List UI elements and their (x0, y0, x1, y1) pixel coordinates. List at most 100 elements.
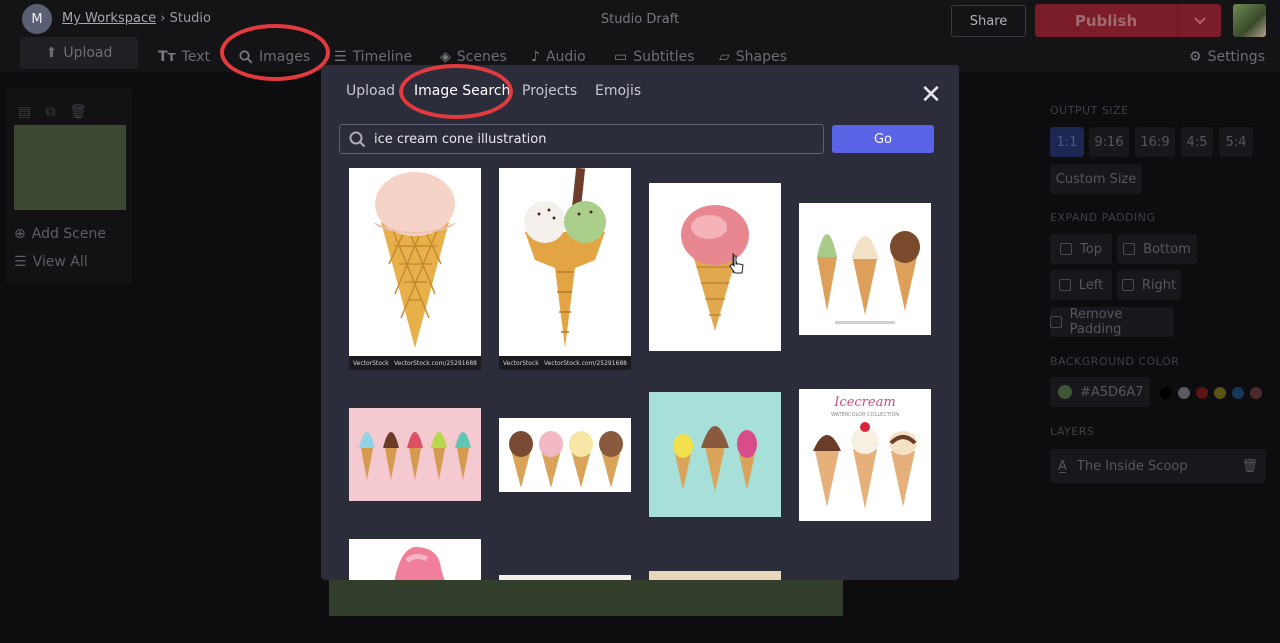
remove-padding-checkbox[interactable]: Remove Padding (1050, 307, 1174, 337)
view-all-label: View All (32, 254, 88, 270)
pad-right-label: Right (1141, 277, 1177, 293)
layer-name: The Inside Scoop (1076, 458, 1188, 474)
top-bar: M My Workspace › Studio Studio Draft Sha… (0, 0, 1280, 40)
swatch-black[interactable] (1160, 387, 1172, 399)
ice-cream-cone-image (394, 547, 445, 580)
image-result[interactable]: Icecream WATERCOLOR COLLECTION (799, 389, 931, 521)
watermark-bar: VectorStock VectorStock.com/25291688 (499, 356, 631, 370)
layer-item[interactable]: A̲ The Inside Scoop 🗑 (1050, 449, 1266, 483)
checkbox-icon (1060, 243, 1073, 255)
output-size-label: OUTPUT SIZE (1050, 104, 1129, 117)
image-result[interactable] (499, 575, 631, 580)
watermark-url: VectorStock.com/25291688 (393, 359, 477, 367)
view-all-button[interactable]: ☰ View All (14, 254, 88, 270)
ice-cream-cone-image (359, 432, 471, 480)
upload-tool-label: Upload (63, 45, 113, 61)
image-result[interactable] (649, 571, 781, 580)
trash-icon[interactable]: 🗑 (69, 104, 87, 120)
swatch-red[interactable] (1196, 387, 1208, 399)
pad-bottom-label: Bottom (1143, 241, 1191, 257)
workspace-link[interactable]: My Workspace (62, 11, 156, 26)
color-dot-icon (1058, 385, 1072, 399)
swatch-blue[interactable] (1232, 387, 1244, 399)
image-picker-modal: Upload Image Search Projects Emojis ✕ Go… (321, 65, 959, 580)
tab-emojis[interactable]: Emojis (595, 83, 641, 99)
shapes-icon: ▱ (719, 49, 730, 65)
image-result[interactable] (349, 408, 481, 501)
swatch-gray[interactable] (1178, 387, 1190, 399)
image-result[interactable] (649, 392, 781, 517)
ice-cream-cone-image (681, 205, 749, 331)
hand-cursor-icon (729, 255, 744, 274)
scene-thumbnail[interactable] (14, 125, 126, 210)
annotation-circle-image-search (399, 64, 513, 119)
image-result[interactable] (799, 203, 931, 335)
studio-label: Studio (169, 11, 211, 26)
checkbox-icon (1123, 243, 1136, 255)
publish-button[interactable]: Publish (1035, 4, 1177, 37)
ice-cream-cone-image (813, 422, 917, 509)
search-icon (348, 130, 366, 148)
image-search-input[interactable] (374, 131, 823, 147)
layers-label: LAYERS (1050, 425, 1095, 438)
swatch-yellow[interactable] (1214, 387, 1226, 399)
share-button[interactable]: Share (951, 5, 1026, 37)
watermark-text: VectorStock (503, 359, 539, 367)
size-16-9-button[interactable]: 16:9 (1135, 127, 1175, 157)
image-result[interactable]: VectorStock VectorStock.com/25291688 (499, 168, 631, 370)
checkbox-icon (1058, 279, 1071, 291)
image-result[interactable]: VectorStock VectorStock.com/25291688 (349, 168, 481, 370)
audio-tool-label: Audio (545, 49, 586, 65)
text-tool-button[interactable]: Tт Text (158, 45, 210, 69)
text-layer-icon: A̲ (1058, 458, 1067, 474)
bg-color-picker[interactable]: #A5D6A7 (1050, 377, 1150, 407)
pad-top-label: Top (1080, 241, 1102, 257)
image-result[interactable] (649, 183, 781, 351)
size-1-1-button[interactable]: 1:1 (1050, 127, 1084, 157)
text-tool-label: Text (181, 49, 210, 65)
text-icon: Tт (158, 49, 176, 65)
publish-dropdown-button[interactable] (1177, 4, 1221, 37)
layers-icon: ◈ (440, 49, 451, 65)
music-note-icon: ♪ (531, 49, 540, 65)
user-avatar[interactable] (1233, 4, 1266, 37)
shapes-tool-label: Shapes (735, 49, 787, 65)
pad-right-checkbox[interactable]: Right (1117, 270, 1181, 300)
remove-padding-label: Remove Padding (1069, 307, 1123, 337)
chevron-down-icon (1193, 16, 1206, 24)
trash-icon[interactable]: 🗑 (1241, 459, 1258, 474)
duplicate-icon[interactable]: ⧉ (45, 104, 55, 120)
size-9-16-button[interactable]: 9:16 (1089, 127, 1129, 157)
add-scene-button[interactable]: ⊕ Add Scene (14, 226, 106, 242)
timeline-icon: ☰ (334, 49, 347, 65)
size-4-5-button[interactable]: 4:5 (1181, 127, 1213, 157)
scene-actions: ▤ ⧉ 🗑 (18, 104, 87, 120)
tab-projects[interactable]: Projects (522, 83, 577, 99)
gear-icon: ⚙ (1189, 49, 1202, 65)
tab-upload[interactable]: Upload (346, 83, 395, 99)
close-icon[interactable]: ✕ (919, 82, 943, 108)
swatch-none[interactable] (1250, 387, 1262, 399)
plus-circle-icon: ⊕ (14, 226, 26, 242)
comment-icon[interactable]: ▤ (18, 104, 31, 120)
ice-cream-cone-image (524, 168, 606, 348)
pad-left-checkbox[interactable]: Left (1050, 270, 1112, 300)
breadcrumb: My Workspace › Studio (62, 11, 211, 26)
ice-cream-cone-image (373, 172, 457, 348)
go-button[interactable]: Go (832, 125, 934, 153)
custom-size-button[interactable]: Custom Size (1050, 164, 1142, 194)
upload-tool-button[interactable]: ⬆ Upload (20, 37, 138, 69)
image-result[interactable] (499, 418, 631, 492)
settings-button[interactable]: ⚙ Settings (1189, 45, 1265, 69)
workspace-initial: M (31, 11, 43, 27)
pad-top-checkbox[interactable]: Top (1050, 234, 1112, 264)
canvas-area[interactable] (329, 578, 843, 616)
subtitles-tool-label: Subtitles (633, 49, 695, 65)
pad-bottom-checkbox[interactable]: Bottom (1117, 234, 1197, 264)
workspace-avatar[interactable]: M (22, 4, 52, 34)
background-color-label: BACKGROUND COLOR (1050, 355, 1180, 368)
image-result[interactable] (349, 539, 481, 580)
checkbox-icon (1121, 279, 1134, 291)
ice-cream-cone-image (817, 231, 920, 324)
size-5-4-button[interactable]: 5:4 (1219, 127, 1253, 157)
